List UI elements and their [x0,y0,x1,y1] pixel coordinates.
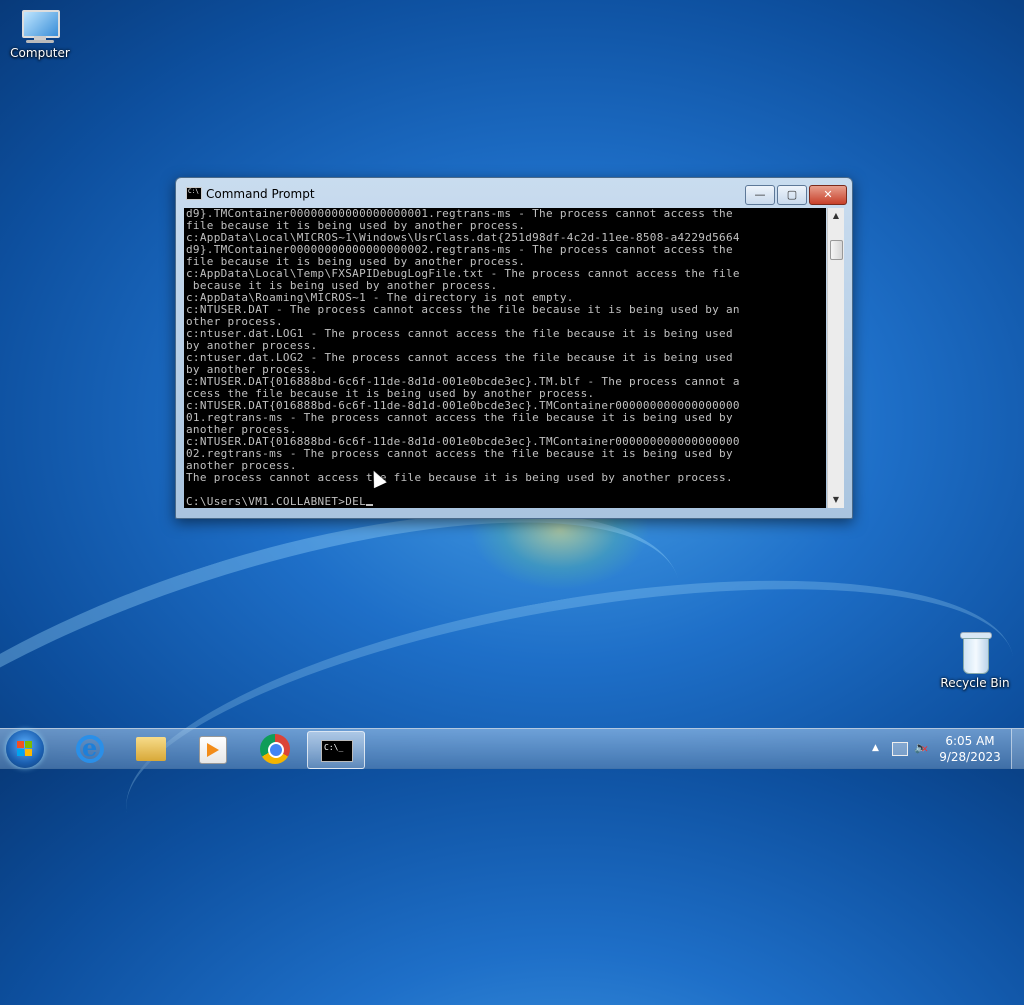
desktop-icon-label: Recycle Bin [940,676,1010,690]
recycle-bin-icon [960,632,992,674]
taskbar-chrome[interactable] [245,731,301,767]
desktop-icon-recycle-bin[interactable]: Recycle Bin [935,632,1015,690]
taskbar-media-player[interactable] [183,731,239,767]
console-output[interactable]: d9}.TMContainer00000000000000000001.regt… [184,208,826,508]
command-prompt-window[interactable]: Command Prompt — ▢ ✕ d9}.TMContainer0000… [175,177,853,519]
scroll-down-arrow-icon[interactable]: ▼ [828,492,844,508]
computer-icon [20,10,60,43]
system-tray: ▲ 🔈 6:05 AM 9/28/2023 [864,729,1024,769]
start-button[interactable] [6,730,44,768]
scrollbar-thumb[interactable] [830,240,843,260]
text-cursor [366,504,373,506]
command-prompt-icon [321,740,353,762]
media-player-icon [199,736,227,764]
taskbar-windows-explorer[interactable] [122,731,178,767]
console-scrollbar[interactable]: ▲ ▼ [827,208,844,508]
window-title: Command Prompt [206,187,315,201]
network-icon[interactable] [892,742,908,756]
clock-date: 9/28/2023 [939,750,1001,764]
scroll-up-arrow-icon[interactable]: ▲ [828,208,844,224]
console-text: d9}.TMContainer00000000000000000001.regt… [184,208,826,508]
console-line: The process cannot access the file becau… [186,471,733,484]
minimize-button[interactable]: — [745,185,775,205]
windows-flag-icon [17,741,33,757]
desktop-icon-computer[interactable]: Computer [0,10,80,60]
console-line: C:\Users\VM1.COLLABNET>DEL [186,496,826,508]
clock-time: 6:05 AM [945,734,995,748]
taskbar-command-prompt[interactable] [307,731,365,769]
taskbar: ▲ 🔈 6:05 AM 9/28/2023 [0,728,1024,769]
window-titlebar[interactable]: Command Prompt — ▢ ✕ [176,178,852,208]
command-prompt-icon[interactable] [186,187,202,200]
show-desktop-button[interactable] [1011,729,1024,769]
internet-explorer-icon [76,733,104,763]
taskbar-clock[interactable]: 6:05 AM 9/28/2023 [930,733,1010,765]
volume-muted-icon[interactable]: 🔈 [914,741,929,755]
close-button[interactable]: ✕ [809,185,847,205]
taskbar-internet-explorer[interactable] [60,731,116,767]
maximize-button[interactable]: ▢ [777,185,807,205]
folder-icon [136,737,166,761]
show-hidden-icons-arrow-icon[interactable]: ▲ [872,743,879,753]
chrome-icon [260,734,290,764]
desktop-icon-label: Computer [10,46,70,60]
